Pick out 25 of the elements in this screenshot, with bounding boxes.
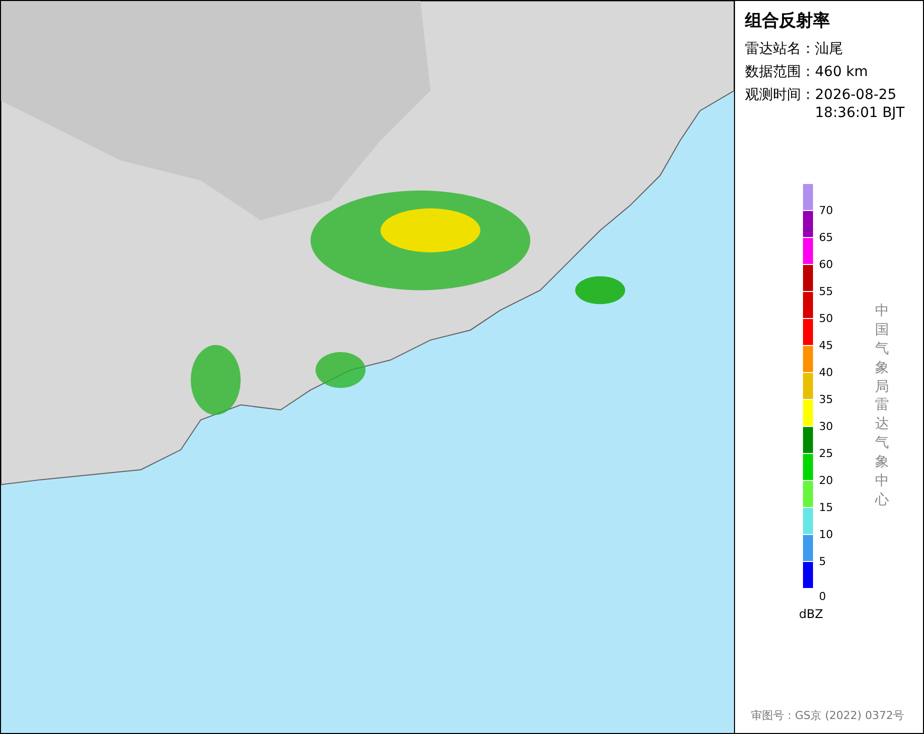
legend-label: 45 [819,340,833,352]
product-title: 组合反射率 [745,10,831,32]
legend-label: 55 [819,286,833,298]
legend-label: 70 [819,205,833,217]
legend-label: 35 [819,394,833,406]
credit-text: 中国气象局雷达气象中心 [875,302,889,510]
unit-label: dBZ [799,607,824,621]
approval-number: 审图号：GS京 (2022) 0372号 [751,708,904,723]
legend-label: 65 [819,232,833,244]
field-value: 460 km [815,63,869,81]
legend-label: 25 [819,448,833,460]
field-label: 观测时间： [745,86,815,105]
legend-label: 60 [819,259,833,271]
legend-label: 30 [819,421,833,433]
legend-label: 10 [819,529,833,541]
legend-label: 0 [819,591,826,603]
field-value: 汕尾 [815,40,844,58]
field-value: 2026-08-25 18:36:01 BJT [815,86,906,122]
legend-label: 5 [819,556,826,568]
legend-label: 20 [819,475,833,487]
legend-label: 15 [819,502,833,514]
field-label: 雷达站名： [745,40,815,58]
legend-label: 50 [819,313,833,325]
field-label: 数据范围： [745,63,815,81]
legend-label: 40 [819,367,833,379]
